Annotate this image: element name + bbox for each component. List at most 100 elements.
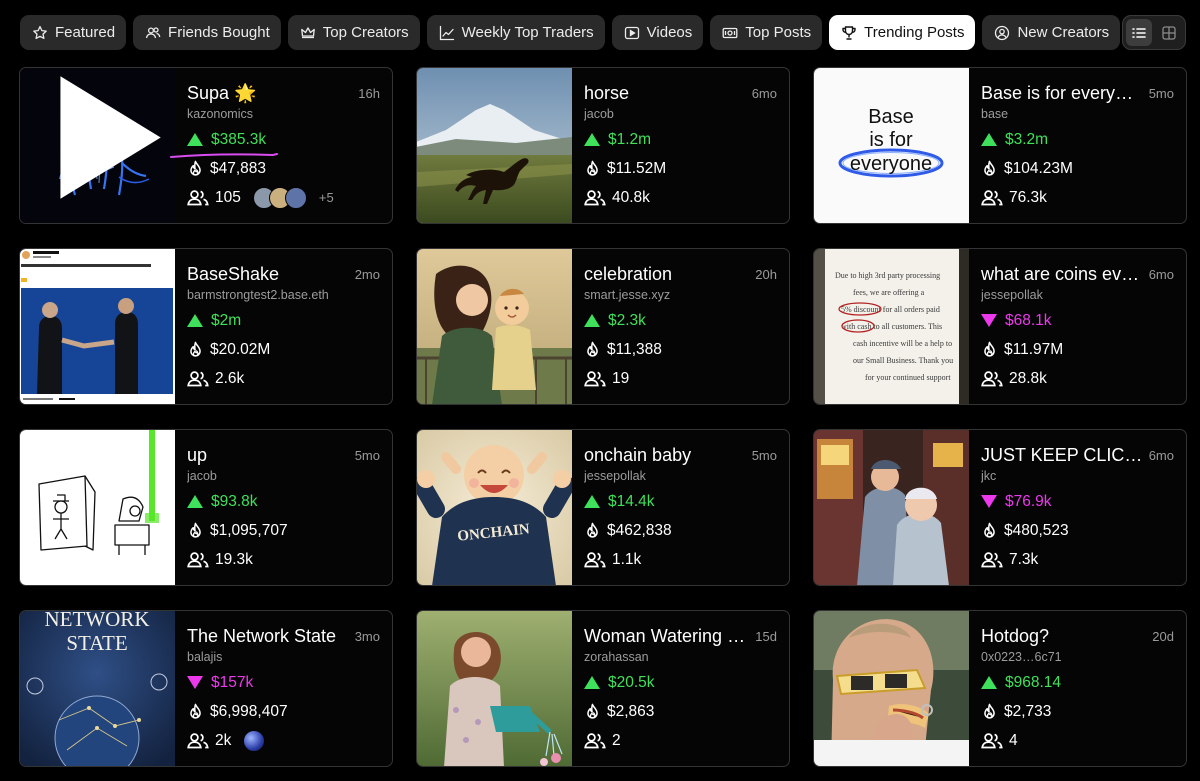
post-thumbnail[interactable]	[417, 68, 572, 223]
post-author[interactable]: jessepollak	[981, 288, 1174, 303]
post-title: BaseShake	[187, 264, 280, 284]
tab-trending-posts[interactable]: Trending Posts	[829, 15, 976, 50]
volume-row: $11.97M	[981, 335, 1174, 364]
holder-avatars	[252, 186, 307, 209]
market-cap-change: $2m	[187, 306, 380, 335]
post-age: 20d	[1152, 629, 1174, 644]
post-card[interactable]: Hotdog? 20d 0x0223…6c71 $968.14 $2,733 4	[813, 610, 1187, 767]
post-card[interactable]: BaseShake 2mo barmstrongtest2.base.eth $2m $…	[19, 248, 393, 405]
volume-value: $6,998,407	[210, 702, 288, 720]
holders-icon	[187, 552, 209, 568]
holder-avatar[interactable]	[243, 729, 266, 752]
volume-row: $11,388	[584, 335, 777, 364]
volume-value: $462,838	[607, 521, 672, 539]
svg-text:our Small Business. Thank you: our Small Business. Thank you	[853, 356, 953, 365]
tab-label: Weekly Top Traders	[461, 24, 594, 41]
post-card[interactable]: Due to high 3rd party processing fees, w…	[813, 248, 1187, 405]
post-thumbnail[interactable]: Due to high 3rd party processing fees, w…	[814, 249, 969, 404]
post-card[interactable]: up 5mo jacob $93.8k $1,095,707 19.3k	[19, 429, 393, 586]
post-thumbnail[interactable]	[20, 430, 175, 585]
post-card[interactable]: ONCHAIN onchain baby 5mo jessepollak $14.4k…	[416, 429, 790, 586]
holders-icon	[584, 371, 606, 387]
post-thumbnail[interactable]	[417, 249, 572, 404]
price-up-icon	[187, 133, 203, 146]
flame-icon	[984, 703, 995, 719]
post-card[interactable]: celebration 20h smart.jesse.xyz $2.3k $11,38…	[416, 248, 790, 405]
post-author[interactable]: jessepollak	[584, 469, 777, 484]
post-card[interactable]: JUST KEEP CLICKI… 6mo jkc $76.9k $480,523 7.3…	[813, 429, 1187, 586]
post-author[interactable]: balajis	[187, 650, 380, 665]
play-icon[interactable]	[27, 67, 175, 216]
price-up-icon	[584, 314, 600, 327]
post-author[interactable]: barmstrongtest2.base.eth	[187, 288, 380, 303]
post-thumbnail[interactable]: Base is for everyone	[814, 68, 969, 223]
post-thumbnail[interactable]	[814, 611, 969, 766]
post-thumbnail[interactable]	[417, 611, 572, 766]
tab-videos[interactable]: Videos	[611, 15, 704, 50]
flame-icon	[190, 160, 201, 176]
holder-avatars	[243, 729, 266, 752]
volume-value: $20.02M	[210, 340, 271, 358]
post-author[interactable]: jacob	[187, 469, 380, 484]
holders-count: 76.3k	[1009, 188, 1047, 206]
post-thumbnail[interactable]	[814, 430, 969, 585]
tab-label: Top Creators	[322, 24, 409, 41]
tab-top-creators[interactable]: Top Creators	[287, 15, 420, 50]
tab-weekly-top-traders[interactable]: Weekly Top Traders	[426, 15, 605, 50]
post-age: 5mo	[751, 448, 777, 463]
post-title: Base is for everyone	[981, 83, 1143, 103]
flame-icon	[984, 160, 995, 176]
post-author[interactable]: 0x0223…6c71	[981, 650, 1174, 665]
post-title: celebration	[584, 264, 673, 284]
video-icon	[624, 26, 639, 39]
price-down-icon	[981, 314, 997, 327]
post-card[interactable]: horse 6mo jacob $1.2m $11.52M 40.8k	[416, 67, 790, 224]
thumbnail-image	[814, 611, 969, 766]
post-author[interactable]: base	[981, 107, 1174, 122]
post-thumbnail[interactable]	[20, 67, 175, 223]
thumbnail-image	[417, 68, 572, 223]
flame-icon	[190, 703, 201, 719]
view-toggle	[1122, 15, 1186, 50]
thumbnail-image	[20, 249, 175, 404]
holders-icon	[584, 552, 606, 568]
price-up-icon	[187, 495, 203, 508]
post-author[interactable]: zorahassan	[584, 650, 777, 665]
post-author[interactable]: jacob	[584, 107, 777, 122]
post-thumbnail[interactable]: ONCHAIN	[417, 430, 572, 585]
market-cap-change: $3.2m	[981, 125, 1174, 154]
thumbnail-image	[417, 249, 572, 404]
holders-row: 19	[584, 364, 777, 393]
holders-count: 105	[215, 188, 241, 206]
post-thumbnail[interactable]	[20, 249, 175, 404]
tab-friends-bought[interactable]: Friends Bought	[133, 15, 281, 50]
post-title: Hotdog?	[981, 626, 1050, 646]
volume-value: $2,733	[1004, 702, 1052, 720]
grid-view-button[interactable]	[1156, 19, 1182, 46]
tab-top-posts[interactable]: Top Posts	[710, 15, 823, 50]
flame-icon	[190, 341, 201, 357]
market-cap-change: $2.3k	[584, 306, 777, 335]
list-view-button[interactable]	[1126, 19, 1152, 46]
post-author[interactable]: smart.jesse.xyz	[584, 288, 777, 303]
thumbnail-image	[417, 611, 572, 766]
holders-row: 19.3k	[187, 545, 380, 574]
tab-new-creators[interactable]: New Creators	[982, 15, 1120, 50]
post-age: 6mo	[751, 86, 777, 101]
tab-featured[interactable]: Featured	[20, 15, 127, 50]
post-thumbnail[interactable]: NETWORK STATE	[20, 611, 175, 766]
post-info: onchain baby 5mo jessepollak $14.4k $462,838…	[572, 430, 789, 585]
post-card[interactable]: NETWORK STATE The Network State 3mo balaji…	[19, 610, 393, 767]
post-author[interactable]: kazonomics	[187, 107, 380, 122]
post-author[interactable]: jkc	[981, 469, 1174, 484]
post-title: Woman Watering Fl…	[584, 626, 746, 646]
svg-text:everyone: everyone	[850, 153, 932, 175]
volume-row: $6,998,407	[187, 697, 380, 726]
post-card[interactable]: Base is for everyone Base is for everyone…	[813, 67, 1187, 224]
holder-avatar[interactable]	[284, 186, 307, 209]
post-card[interactable]: Supa 🌟 16h kazonomics $385.3k $47,883 105 +5	[19, 67, 393, 224]
svg-text:cash incentive will be a help: cash incentive will be a help to	[853, 339, 952, 348]
post-info: JUST KEEP CLICKI… 6mo jkc $76.9k $480,523 7.3…	[969, 430, 1186, 585]
post-card[interactable]: Woman Watering Fl… 15d zorahassan $20.5k $2,…	[416, 610, 790, 767]
post-info: celebration 20h smart.jesse.xyz $2.3k $11,38…	[572, 249, 789, 404]
